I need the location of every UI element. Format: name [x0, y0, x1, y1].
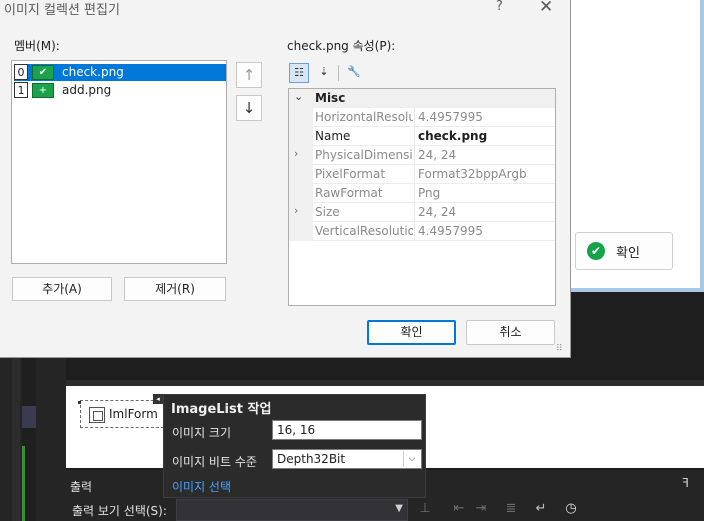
- property-name: VerticalResolution: [315, 224, 413, 238]
- category-name: Misc: [315, 91, 346, 105]
- property-name: Name: [315, 129, 351, 143]
- word-wrap-icon[interactable]: ↵: [532, 500, 550, 518]
- close-button[interactable]: ✕: [539, 0, 553, 17]
- remove-button[interactable]: 제거(R): [124, 277, 226, 301]
- bit-depth-value: Depth32Bit: [277, 452, 346, 466]
- background-dark-strip: [571, 296, 704, 358]
- move-up-button[interactable]: ↑: [236, 62, 262, 88]
- property-row[interactable]: › PhysicalDimension 24, 24: [289, 146, 555, 165]
- background-ok-button[interactable]: ✔ 확인: [575, 232, 673, 270]
- property-name: PhysicalDimension: [315, 148, 413, 162]
- chevron-down-icon[interactable]: ⌵: [403, 451, 420, 467]
- dialog-title: 이미지 컬렉션 편집기: [4, 3, 120, 18]
- column-divider: [414, 222, 415, 241]
- add-button[interactable]: 추가(A): [12, 277, 112, 301]
- choose-images-link[interactable]: 이미지 선택: [172, 478, 231, 495]
- check-thumbnail-icon: ✔: [32, 65, 54, 80]
- properties-label: check.png 속성(P):: [287, 39, 396, 53]
- property-name: RawFormat: [315, 186, 383, 200]
- image-size-label: 이미지 크기: [172, 426, 232, 440]
- members-label: 멤버(M):: [14, 39, 60, 53]
- property-value: Png: [418, 186, 441, 200]
- property-grid[interactable]: ⌄ Misc HorizontalResolution 4.4957995 Na…: [288, 88, 556, 306]
- output-source-select[interactable]: ▼: [176, 499, 408, 521]
- ok-button[interactable]: 확인: [367, 320, 456, 345]
- property-name: PixelFormat: [315, 167, 386, 181]
- move-down-button[interactable]: ↓: [236, 95, 262, 121]
- property-row[interactable]: HorizontalResolution 4.4957995: [289, 108, 555, 127]
- imagelist-icon: [89, 407, 105, 423]
- member-index: 1: [14, 82, 28, 98]
- ide-designer-top: [66, 358, 704, 386]
- property-name: Size: [315, 205, 340, 219]
- property-row[interactable]: PixelFormat Format32bppArgb: [289, 165, 555, 184]
- clock-icon[interactable]: ◷: [562, 500, 580, 518]
- bit-depth-label: 이미지 비트 수준: [172, 455, 257, 469]
- chevron-right-icon[interactable]: ›: [294, 147, 298, 160]
- toolbar-divider: [338, 65, 339, 81]
- property-value: 24, 24: [418, 205, 457, 219]
- wrench-icon[interactable]: 🔧: [344, 63, 364, 83]
- member-item[interactable]: 1 + add.png: [14, 82, 226, 99]
- member-name: check.png: [62, 65, 124, 79]
- property-row[interactable]: › Size 24, 24: [289, 203, 555, 222]
- property-value: Format32bppArgb: [418, 167, 527, 181]
- column-divider: [414, 184, 415, 203]
- property-value[interactable]: check.png: [418, 129, 487, 143]
- imagelist-component-label: ImlForm: [109, 407, 158, 421]
- resize-grip-icon[interactable]: ⠿: [556, 344, 563, 354]
- properties-toolbar: ☷ ⇣ 🔧: [289, 62, 439, 84]
- column-divider: [414, 165, 415, 184]
- member-item[interactable]: 0 ✔ check.png: [14, 64, 226, 81]
- output-panel-title: 출력: [70, 480, 93, 494]
- ide-left-margin: [0, 358, 66, 521]
- cancel-button[interactable]: 취소: [466, 320, 555, 345]
- ide-change-indicator: [22, 446, 25, 521]
- check-circle-icon: ✔: [587, 242, 605, 260]
- previous-message-icon[interactable]: ⇤: [450, 500, 468, 518]
- bit-depth-select[interactable]: Depth32Bit ⌵: [272, 449, 422, 469]
- pin-icon[interactable]: ꟻ: [682, 476, 689, 490]
- clear-all-icon[interactable]: ≣: [502, 500, 520, 518]
- column-divider: [414, 127, 415, 146]
- member-name: add.png: [62, 83, 112, 97]
- tasks-panel-title: ImageList 작업: [171, 402, 272, 417]
- property-row[interactable]: VerticalResolution 4.4957995: [289, 222, 555, 241]
- background-ok-label: 확인: [616, 246, 640, 261]
- property-row[interactable]: RawFormat Png: [289, 184, 555, 203]
- find-message-icon[interactable]: ⊥: [416, 500, 434, 518]
- member-index: 0: [14, 64, 28, 80]
- property-category[interactable]: ⌄ Misc: [289, 89, 555, 108]
- chevron-down-icon[interactable]: ⌄: [294, 90, 303, 103]
- add-thumbnail-icon: +: [32, 83, 54, 98]
- selection-handle[interactable]: [78, 401, 81, 404]
- ide-margin-strip: [12, 358, 20, 521]
- property-value: 4.4957995: [418, 110, 483, 124]
- imagelist-tasks-panel: ImageList 작업 이미지 크기 16, 16 이미지 비트 수준 Dep…: [163, 394, 426, 498]
- property-row[interactable]: Name check.png: [289, 127, 555, 146]
- next-message-icon[interactable]: ⇥: [472, 500, 490, 518]
- imagelist-component[interactable]: ImlForm: [80, 400, 164, 428]
- image-collection-editor-dialog: 이미지 컬렉션 편집기 ? ✕ 멤버(M): 0 ✔ check.png 1 +…: [0, 0, 571, 358]
- categorized-icon[interactable]: ☷: [289, 63, 309, 83]
- smart-tag-chevron-icon[interactable]: ◂: [153, 394, 163, 404]
- property-value: 4.4957995: [418, 224, 483, 238]
- chevron-down-icon: ▼: [395, 503, 403, 514]
- column-divider: [414, 146, 415, 165]
- members-list[interactable]: 0 ✔ check.png 1 + add.png: [11, 60, 227, 264]
- column-divider: [414, 203, 415, 222]
- property-name: HorizontalResolution: [315, 110, 413, 124]
- alphabetical-sort-icon[interactable]: ⇣: [314, 63, 334, 83]
- chevron-right-icon[interactable]: ›: [294, 204, 298, 217]
- property-value: 24, 24: [418, 148, 457, 162]
- output-source-label: 출력 보기 선택(S):: [72, 504, 167, 518]
- help-button[interactable]: ?: [496, 0, 503, 14]
- row-divider: [313, 240, 555, 241]
- column-divider: [414, 108, 415, 127]
- ide-margin-selection: [22, 406, 36, 428]
- image-size-input[interactable]: 16, 16: [272, 420, 422, 440]
